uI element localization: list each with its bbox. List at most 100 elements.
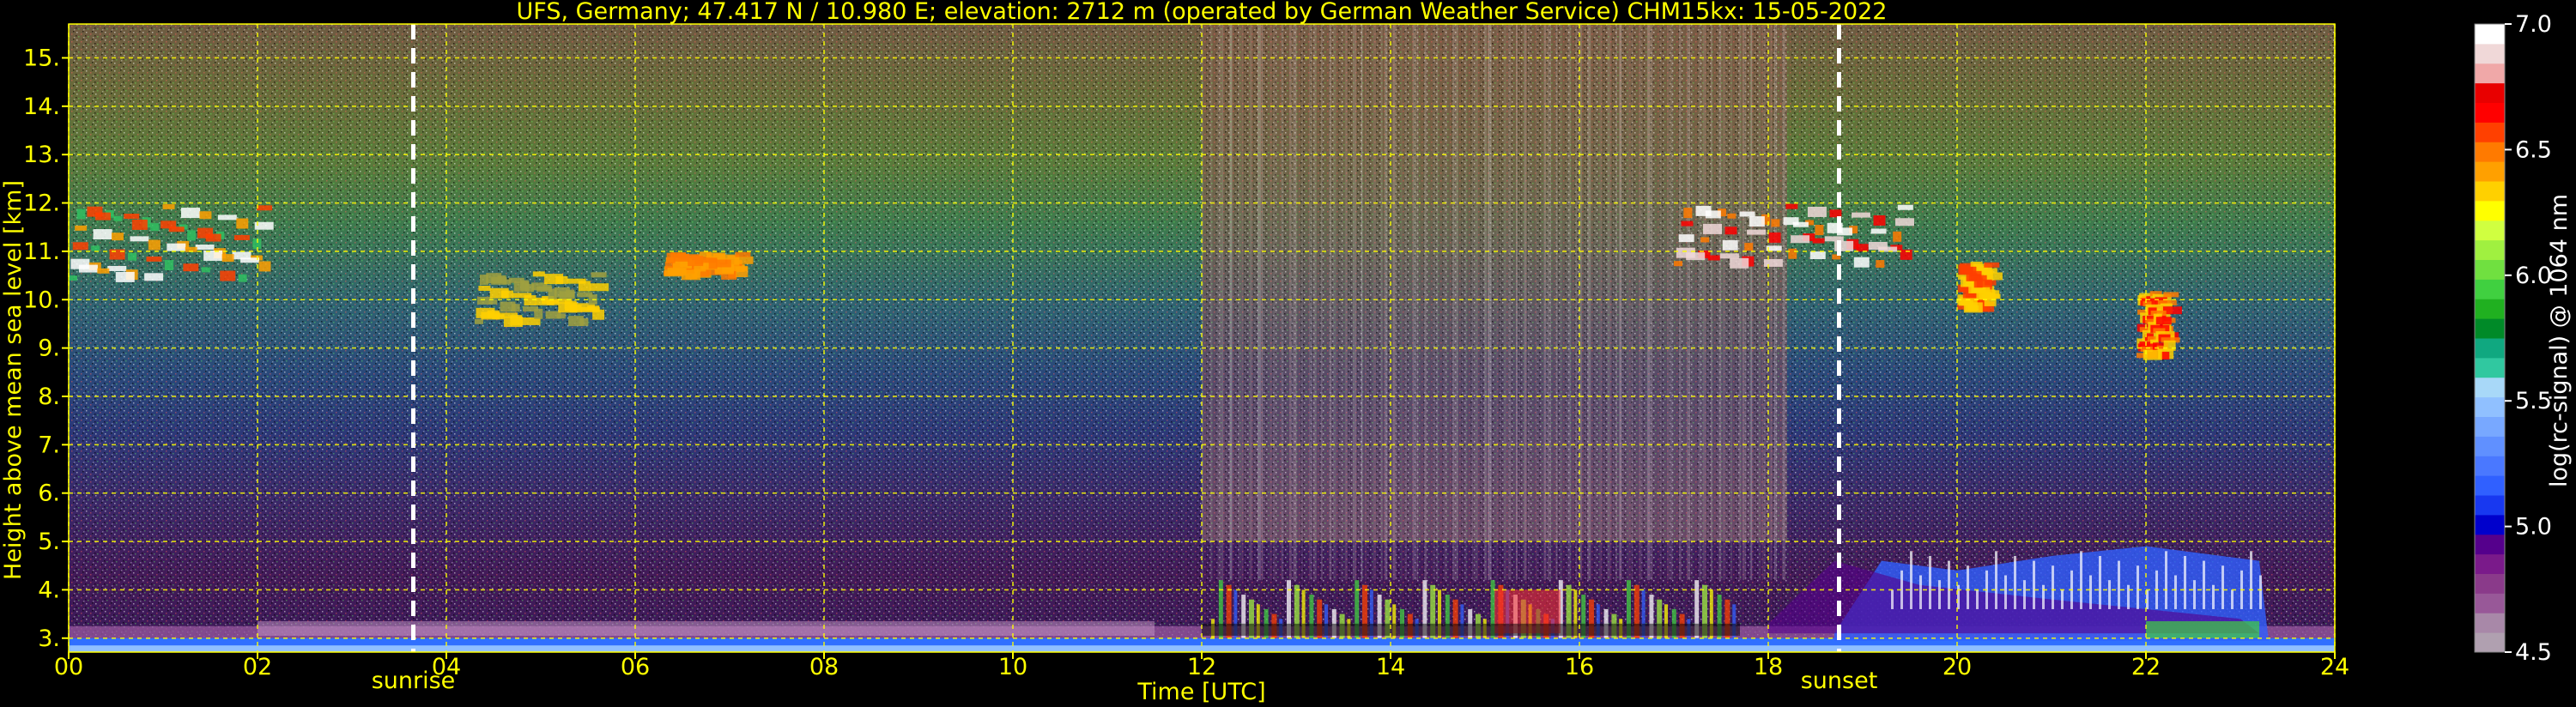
cloud-patch — [492, 314, 505, 320]
aerosol-streak — [2250, 551, 2252, 609]
colorbar-swatch — [2475, 102, 2505, 123]
cloud-patch — [1791, 235, 1810, 244]
cloud-patch — [592, 309, 605, 320]
noise-streak — [1536, 24, 1538, 581]
boundary-layer-dark — [1202, 623, 1740, 636]
cloud-patch — [112, 233, 124, 241]
y-tick-label: 12. — [23, 190, 60, 217]
x-tick-label: 20 — [1943, 654, 1972, 680]
colorbar-swatch — [2475, 553, 2505, 574]
colorbar-swatch — [2475, 299, 2505, 319]
cloud-patch — [72, 242, 88, 251]
cloud-patch — [113, 215, 123, 221]
x-tick-label: 06 — [621, 654, 650, 680]
cloud-patch — [1683, 208, 1693, 219]
colorbar-tick-label: 4.5 — [2515, 639, 2552, 666]
noise-streak — [1515, 24, 1518, 581]
cloud-patch — [93, 229, 112, 240]
noise-streak — [1404, 24, 1408, 581]
cloud-patch — [150, 223, 160, 232]
residual-layer — [258, 621, 1155, 636]
cloud-patch — [148, 239, 161, 251]
cloud-patch — [1724, 227, 1737, 235]
aerosol-streak — [1995, 551, 1997, 609]
colorbar-swatch — [2475, 475, 2505, 496]
noise-streak — [1607, 24, 1611, 581]
cloud-patch — [1870, 228, 1887, 234]
cloud-patch — [238, 274, 247, 282]
cloud-patch — [1856, 244, 1869, 252]
cloud-patch — [203, 250, 223, 261]
cloud-patch — [555, 275, 568, 284]
noise-streak — [1312, 24, 1317, 581]
colorbar-swatch — [2475, 239, 2505, 260]
aerosol-streak — [1929, 555, 1931, 609]
cloud-patch — [94, 212, 111, 221]
cloud-patch — [168, 227, 185, 233]
y-tick-label: 11. — [23, 239, 60, 265]
colorbar-swatch — [2475, 593, 2505, 613]
colorbar-tick-label: 6.5 — [2515, 136, 2552, 163]
noise-streak — [1300, 24, 1303, 581]
cloud-patch — [1749, 216, 1765, 227]
x-tick-label: 12 — [1187, 654, 1216, 680]
noise-streak — [1658, 24, 1662, 581]
noise-streak — [1392, 24, 1397, 581]
noise-streak — [1702, 24, 1706, 581]
noise-streak — [1687, 24, 1691, 581]
cloud-patch — [715, 259, 731, 268]
aerosol-streak — [2033, 560, 2035, 609]
cloud-patch — [1785, 203, 1798, 209]
noise-streak — [1452, 24, 1456, 581]
cloud-patch — [1809, 251, 1826, 260]
cloud-patch — [1722, 239, 1738, 251]
colorbar-swatch — [2475, 200, 2505, 221]
cloud-patch — [590, 283, 609, 292]
colorbar-swatch — [2475, 377, 2505, 398]
y-tick-label: 15. — [23, 45, 60, 71]
cloud-patch — [131, 219, 148, 230]
cloud-patch — [236, 218, 249, 229]
noise-streak — [1730, 24, 1733, 581]
colorbar-swatch — [2475, 456, 2505, 476]
noise-streak — [1483, 24, 1487, 581]
cloud-patch — [1703, 223, 1723, 234]
colorbar-swatch — [2475, 279, 2505, 299]
noise-streak — [1722, 24, 1726, 581]
cloud-patch — [1744, 243, 1754, 251]
noise-streak — [1269, 24, 1272, 581]
x-tick-label: 02 — [243, 654, 272, 680]
noise-streak — [1361, 24, 1363, 581]
cloud-patch — [1897, 204, 1913, 210]
cloud-patch — [221, 254, 234, 263]
cloud-patch — [69, 275, 77, 281]
chart-title: UFS, Germany; 47.417 N / 10.980 E; eleva… — [517, 0, 1888, 25]
sunset-label: sunset — [1801, 668, 1878, 694]
aerosol-streak — [1948, 560, 1950, 609]
noise-streak — [1380, 24, 1383, 581]
x-tick-label: 22 — [2131, 654, 2161, 680]
cloud-patch — [144, 273, 164, 281]
cloud-patch — [502, 279, 512, 285]
cloud-patch — [1893, 231, 1902, 242]
cloud-patch — [524, 284, 534, 293]
cloud-patch — [1707, 255, 1720, 261]
aerosol-streak — [2174, 575, 2177, 609]
cloud-patch — [2163, 340, 2176, 351]
noise-streak — [1543, 24, 1547, 581]
colorbar-swatch — [2475, 181, 2505, 202]
cloud-patch — [187, 230, 197, 241]
cloud-patch — [217, 215, 237, 221]
cloud-patch — [107, 265, 127, 271]
noise-streak — [1464, 24, 1467, 581]
aerosol-streak — [2080, 551, 2082, 609]
cloud-patch — [195, 245, 215, 251]
noise-streak — [1548, 24, 1552, 581]
y-tick-label: 9. — [38, 335, 60, 362]
cloud-patch — [220, 270, 236, 281]
noise-streak — [1364, 24, 1367, 581]
aerosol-streak — [2231, 589, 2234, 609]
noise-streak — [1651, 24, 1653, 581]
noise-streak — [1293, 24, 1297, 581]
cloud-patch — [1876, 260, 1885, 269]
